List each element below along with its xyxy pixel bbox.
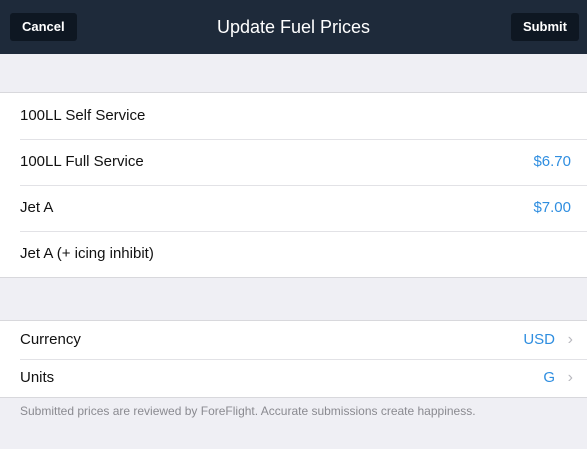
fuel-row-100ll-full-service[interactable]: 100LL Full Service $6.70 — [0, 139, 587, 185]
fuel-price-value: $6.70 — [533, 153, 571, 170]
fuel-row-100ll-self-service[interactable]: 100LL Self Service — [0, 93, 587, 139]
chevron-right-icon: › — [567, 369, 573, 386]
submit-button[interactable]: Submit — [510, 13, 579, 41]
chevron-right-icon: › — [567, 331, 573, 348]
section-spacer — [0, 54, 587, 92]
units-row[interactable]: Units G › — [0, 359, 587, 397]
fuel-price-list: 100LL Self Service 100LL Full Service $6… — [0, 92, 587, 278]
page-title: Update Fuel Prices — [216, 17, 371, 37]
fuel-row-jet-a[interactable]: Jet A $7.00 — [0, 185, 587, 231]
fuel-type-label: 100LL Self Service — [20, 107, 146, 124]
currency-row[interactable]: Currency USD › — [0, 321, 587, 359]
settings-list: Currency USD › Units G › — [0, 320, 587, 398]
fuel-type-label: Jet A (+ icing inhibit) — [20, 245, 154, 262]
fuel-type-label: 100LL Full Service — [20, 153, 144, 170]
currency-value: USD — [523, 331, 555, 348]
navigation-bar: Cancel Update Fuel Prices Submit — [0, 0, 587, 54]
footer-note: Submitted prices are reviewed by ForeFli… — [20, 404, 476, 418]
fuel-row-jet-a-icing-inhibit[interactable]: Jet A (+ icing inhibit) — [0, 231, 587, 277]
units-label: Units — [20, 369, 55, 386]
fuel-price-value: $7.00 — [533, 199, 571, 216]
currency-label: Currency — [20, 331, 81, 348]
units-value: G — [543, 369, 555, 386]
fuel-type-label: Jet A — [20, 199, 54, 216]
